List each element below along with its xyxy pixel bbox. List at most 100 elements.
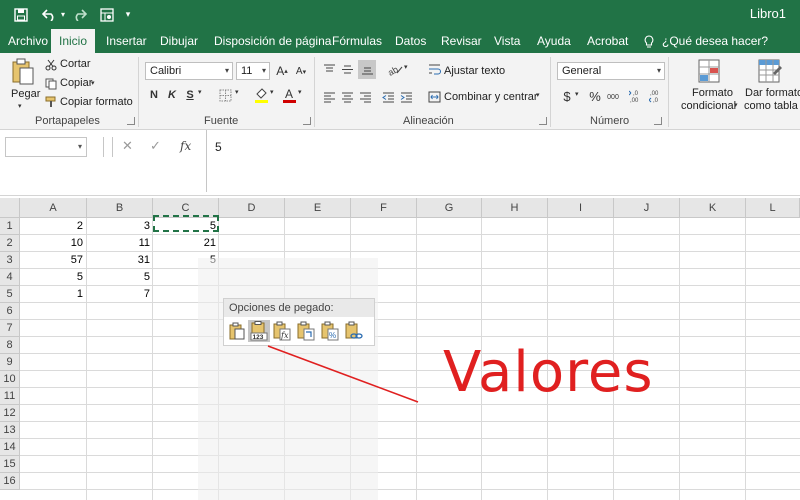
- form-icon[interactable]: [96, 0, 118, 29]
- column-header-f[interactable]: F: [351, 198, 417, 218]
- row-header-13[interactable]: 13: [0, 422, 20, 439]
- column-header-b[interactable]: B: [87, 198, 153, 218]
- cancel-icon[interactable]: ✕: [122, 138, 133, 154]
- column-header-g[interactable]: G: [417, 198, 482, 218]
- row-header-12[interactable]: 12: [0, 405, 20, 422]
- wrap-text-label[interactable]: Ajustar texto: [444, 65, 505, 77]
- tab-disposicion[interactable]: Disposición de página: [214, 29, 331, 53]
- percent-button[interactable]: %: [588, 88, 602, 104]
- increase-indent-icon[interactable]: [399, 89, 414, 104]
- underline-dropdown-icon[interactable]: ▾: [198, 89, 202, 96]
- undo-dropdown-icon[interactable]: ▾: [58, 0, 68, 29]
- decrease-font-icon[interactable]: A ▾: [294, 64, 308, 80]
- column-header-e[interactable]: E: [285, 198, 351, 218]
- number-launcher-icon[interactable]: [654, 117, 662, 125]
- font-size-select[interactable]: 11 ▾: [236, 62, 270, 80]
- save-icon[interactable]: [10, 0, 32, 29]
- column-header-i[interactable]: I: [548, 198, 614, 218]
- cell-a1[interactable]: 2: [20, 218, 86, 235]
- customize-qat-icon[interactable]: ▾: [122, 0, 134, 29]
- align-top-icon[interactable]: [322, 62, 337, 77]
- number-format-select[interactable]: General ▾: [557, 62, 665, 80]
- row-header-8[interactable]: 8: [0, 337, 20, 354]
- cell-b3[interactable]: 31: [87, 252, 153, 269]
- column-header-l[interactable]: L: [746, 198, 800, 218]
- cut-label[interactable]: Cortar: [60, 58, 91, 70]
- tab-dibujar[interactable]: Dibujar: [160, 29, 198, 53]
- row-header-4[interactable]: 4: [0, 269, 20, 286]
- cell-c2[interactable]: 21: [153, 235, 219, 252]
- row-header-3[interactable]: 3: [0, 252, 20, 269]
- cell-a4[interactable]: 5: [20, 269, 86, 286]
- row-header-7[interactable]: 7: [0, 320, 20, 337]
- font-color-dropdown-icon[interactable]: ▾: [298, 89, 302, 96]
- cell-b2[interactable]: 11: [87, 235, 153, 252]
- enter-icon[interactable]: ✓: [150, 138, 161, 154]
- align-bottom-icon[interactable]: [358, 60, 376, 79]
- align-center-icon[interactable]: [340, 89, 355, 104]
- row-header-15[interactable]: 15: [0, 456, 20, 473]
- redo-icon[interactable]: [68, 0, 90, 29]
- copy-icon[interactable]: [44, 77, 57, 90]
- column-header-a[interactable]: A: [20, 198, 87, 218]
- conditional-format-label-line1[interactable]: Formato: [692, 87, 733, 99]
- conditional-format-dropdown-icon[interactable]: ▾: [734, 102, 738, 109]
- align-right-icon[interactable]: [358, 89, 373, 104]
- increase-font-icon[interactable]: A ▴: [275, 63, 289, 79]
- orientation-dropdown-icon[interactable]: ▾: [404, 64, 408, 71]
- merge-center-icon[interactable]: [427, 89, 441, 104]
- tab-acrobat[interactable]: Acrobat: [587, 29, 628, 53]
- row-header-2[interactable]: 2: [0, 235, 20, 252]
- undo-icon[interactable]: [38, 0, 60, 29]
- decrease-indent-icon[interactable]: [381, 89, 396, 104]
- format-as-table-label-line1[interactable]: Dar formato: [745, 87, 800, 99]
- paste-formulas-icon[interactable]: fx: [271, 320, 293, 342]
- tab-vista[interactable]: Vista: [494, 29, 520, 53]
- cell-b5[interactable]: 7: [87, 286, 153, 303]
- cell-a2[interactable]: 10: [20, 235, 86, 252]
- row-header-5[interactable]: 5: [0, 286, 20, 303]
- conditional-format-icon[interactable]: [697, 58, 723, 86]
- format-as-table-icon[interactable]: [757, 58, 783, 86]
- wrap-text-icon[interactable]: [427, 62, 441, 77]
- row-header-1[interactable]: 1: [0, 218, 20, 235]
- tell-me-search[interactable]: ¿Qué desea hacer?: [662, 29, 768, 53]
- cut-icon[interactable]: [44, 58, 57, 71]
- currency-button[interactable]: $: [562, 88, 572, 104]
- paste-icon[interactable]: [9, 58, 37, 86]
- tab-formulas[interactable]: Fórmulas: [332, 29, 382, 53]
- tab-revisar[interactable]: Revisar: [441, 29, 482, 53]
- paste-button-label[interactable]: Pegar: [11, 88, 40, 100]
- paste-link-icon[interactable]: [343, 320, 365, 342]
- tab-insertar[interactable]: Insertar: [106, 29, 147, 53]
- cell-b1[interactable]: 3: [87, 218, 153, 235]
- paste-transpose-icon[interactable]: [295, 320, 317, 342]
- format-painter-icon[interactable]: [44, 95, 57, 108]
- currency-dropdown-icon[interactable]: ▾: [575, 91, 579, 98]
- conditional-format-label-line2[interactable]: condicional: [681, 100, 736, 112]
- paste-values-icon[interactable]: 123: [248, 320, 270, 342]
- tab-ayuda[interactable]: Ayuda: [537, 29, 571, 53]
- paste-formatting-icon[interactable]: %: [319, 320, 341, 342]
- merge-center-label[interactable]: Combinar y centrar: [444, 91, 538, 103]
- row-header-16[interactable]: 16: [0, 473, 20, 490]
- format-as-table-label-line2[interactable]: como tabla: [744, 100, 798, 112]
- column-header-j[interactable]: J: [614, 198, 680, 218]
- clipboard-launcher-icon[interactable]: [127, 117, 135, 125]
- fill-color-dropdown-icon[interactable]: ▾: [270, 89, 274, 96]
- row-header-9[interactable]: 9: [0, 354, 20, 371]
- cell-a3[interactable]: 57: [20, 252, 86, 269]
- formula-input[interactable]: 5: [206, 130, 800, 192]
- insert-function-icon[interactable]: fx: [180, 139, 191, 153]
- column-header-h[interactable]: H: [482, 198, 548, 218]
- cell-a5[interactable]: 1: [20, 286, 86, 303]
- fill-color-icon[interactable]: [253, 86, 269, 103]
- format-painter-label[interactable]: Copiar formato: [60, 96, 133, 108]
- italic-button[interactable]: K: [166, 88, 178, 102]
- align-left-icon[interactable]: [322, 89, 337, 104]
- cell-b4[interactable]: 5: [87, 269, 153, 286]
- decrease-decimal-icon[interactable]: ,00,0: [648, 87, 664, 104]
- merge-dropdown-icon[interactable]: ▾: [536, 92, 540, 99]
- row-header-11[interactable]: 11: [0, 388, 20, 405]
- copy-label[interactable]: Copiar: [60, 77, 92, 89]
